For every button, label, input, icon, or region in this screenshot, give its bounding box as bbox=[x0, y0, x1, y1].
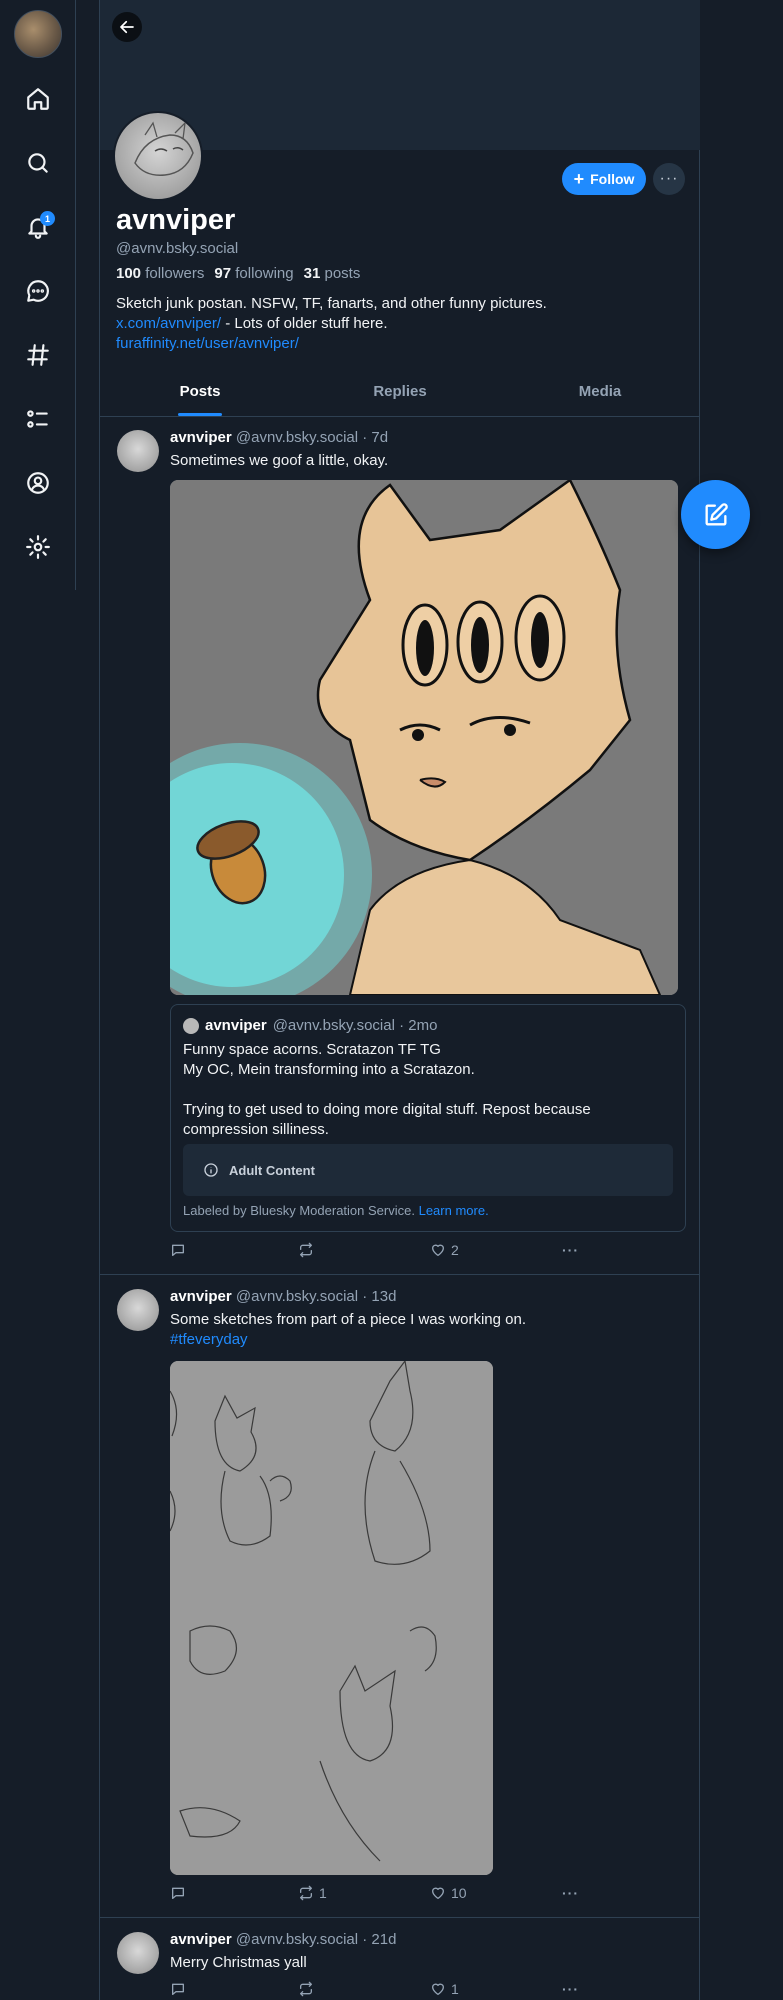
notifications-button[interactable]: 1 bbox=[18, 207, 58, 247]
following-stat[interactable]: 97 following bbox=[214, 265, 293, 282]
repost-icon bbox=[300, 1242, 312, 1258]
profile-avatar[interactable] bbox=[113, 111, 203, 201]
profile-button[interactable] bbox=[18, 463, 58, 503]
quote-header: avnviper @avnv.bsky.social · 2mo bbox=[183, 1017, 437, 1034]
post-header: avnviper @avnv.bsky.social · 13d bbox=[170, 1288, 397, 1305]
quote-text: Funny space acorns. Scratazon TF TG My O… bbox=[183, 1041, 591, 1138]
tab-replies[interactable]: Replies bbox=[300, 374, 500, 416]
ellipsis-icon: ··· bbox=[659, 170, 679, 187]
tab-posts[interactable]: Posts bbox=[100, 374, 300, 416]
arrow-left-icon bbox=[120, 20, 134, 34]
repost-icon bbox=[300, 1981, 312, 1997]
quote-avatar bbox=[183, 1017, 199, 1034]
user-avatar[interactable] bbox=[14, 10, 62, 58]
sketch-avatar-image bbox=[134, 121, 194, 176]
compose-button[interactable] bbox=[681, 480, 750, 549]
reply-icon bbox=[172, 1887, 184, 1899]
settings-icon bbox=[26, 535, 50, 559]
like-button[interactable]: 2 bbox=[430, 1242, 459, 1258]
hashtag-link[interactable]: #tfeveryday bbox=[170, 1330, 526, 1350]
list-icon bbox=[27, 410, 48, 428]
follow-button[interactable]: + Follow bbox=[562, 163, 646, 195]
ellipsis-icon: ··· bbox=[562, 1885, 579, 1901]
heart-icon bbox=[432, 1983, 444, 1995]
repost-button[interactable]: 1 bbox=[298, 1885, 327, 1901]
bio-line-1: Sketch junk postan. NSFW, TF, fanarts, a… bbox=[116, 295, 547, 312]
ellipsis-icon: ··· bbox=[562, 1242, 579, 1258]
more-options-button[interactable]: ··· bbox=[653, 163, 685, 195]
post-header: avnviper @avnv.bsky.social · 7d bbox=[170, 429, 389, 446]
posts-stat: 31 posts bbox=[303, 265, 361, 282]
search-button[interactable] bbox=[18, 143, 58, 183]
post-avatar[interactable] bbox=[117, 1289, 159, 1331]
notifications-badge: 1 bbox=[40, 211, 55, 226]
post[interactable]: avnviper @avnv.bsky.social · 7d Sometime… bbox=[100, 417, 700, 1275]
bio-line-2: - Lots of older stuff here. bbox=[221, 315, 388, 332]
like-button[interactable]: 1 bbox=[430, 1981, 459, 1997]
post[interactable]: avnviper @avnv.bsky.social · 13d Some sk… bbox=[100, 1275, 700, 1918]
post-more-button[interactable]: ··· bbox=[562, 1885, 579, 1901]
cat-drawing-image bbox=[170, 480, 678, 995]
plus-icon: + bbox=[573, 169, 585, 189]
main-column: + Follow ··· avnviper @avnv.bsky.social … bbox=[99, 0, 700, 2000]
post-text: Merry Christmas yall bbox=[170, 1954, 307, 1971]
chat-icon bbox=[27, 280, 49, 302]
heart-icon bbox=[432, 1887, 444, 1899]
repost-icon bbox=[300, 1885, 312, 1901]
bio: Sketch junk postan. NSFW, TF, fanarts, a… bbox=[116, 294, 676, 354]
post-text: Some sketches from part of a piece I was… bbox=[170, 1311, 526, 1350]
heart-icon bbox=[432, 1244, 444, 1256]
search-icon bbox=[28, 153, 48, 173]
repost-button[interactable] bbox=[298, 1981, 319, 1997]
ellipsis-icon: ··· bbox=[562, 1981, 579, 1997]
compose-icon bbox=[705, 502, 728, 525]
home-icon bbox=[27, 88, 49, 110]
post-avatar[interactable] bbox=[117, 430, 159, 472]
post-header: avnviper @avnv.bsky.social · 21d bbox=[170, 1931, 397, 1948]
profile-tabs: Posts Replies Media bbox=[100, 374, 700, 417]
handle: @avnv.bsky.social bbox=[116, 240, 239, 257]
back-button[interactable] bbox=[112, 12, 142, 42]
content-warning[interactable]: Adult Content bbox=[183, 1144, 673, 1196]
moderation-label: Labeled by Bluesky Moderation Service. L… bbox=[183, 1203, 489, 1218]
reply-button[interactable] bbox=[170, 1885, 186, 1901]
post-actions: 1 10 ··· bbox=[170, 1885, 590, 1905]
post-image[interactable] bbox=[170, 480, 678, 995]
post-actions: 2 ··· bbox=[170, 1242, 590, 1262]
post-avatar[interactable] bbox=[117, 1932, 159, 1974]
hashtag-icon bbox=[27, 344, 49, 366]
post-text: Sometimes we goof a little, okay. bbox=[170, 452, 389, 469]
bio-link-x[interactable]: x.com/avnviper/ bbox=[116, 315, 221, 332]
post[interactable]: avnviper @avnv.bsky.social · 21d Merry C… bbox=[100, 1918, 700, 2000]
settings-button[interactable] bbox=[18, 527, 58, 567]
post-actions: 1 ··· bbox=[170, 1981, 590, 2000]
quoted-post[interactable]: avnviper @avnv.bsky.social · 2mo Funny sp… bbox=[170, 1004, 686, 1232]
post-more-button[interactable]: ··· bbox=[562, 1242, 579, 1258]
reply-button[interactable] bbox=[170, 1981, 186, 1997]
reply-button[interactable] bbox=[170, 1242, 186, 1258]
learn-more-link[interactable]: Learn more. bbox=[419, 1203, 489, 1218]
reply-icon bbox=[172, 1983, 184, 1995]
tab-media[interactable]: Media bbox=[500, 374, 700, 416]
display-name: avnviper bbox=[116, 204, 236, 236]
chat-button[interactable] bbox=[18, 271, 58, 311]
like-button[interactable]: 10 bbox=[430, 1885, 467, 1901]
post-image[interactable] bbox=[170, 1361, 493, 1875]
profile-stats: 100 followers 97 following 31 posts bbox=[116, 265, 360, 282]
profile-icon bbox=[27, 472, 49, 494]
sketches-image bbox=[170, 1361, 493, 1875]
active-tab-indicator bbox=[178, 413, 222, 416]
bio-link-furaffinity[interactable]: furaffinity.net/user/avnviper/ bbox=[116, 335, 299, 352]
reply-icon bbox=[172, 1244, 184, 1256]
post-more-button[interactable]: ··· bbox=[562, 1981, 579, 1997]
info-icon bbox=[204, 1163, 218, 1177]
lists-button[interactable] bbox=[18, 399, 58, 439]
feeds-button[interactable] bbox=[18, 335, 58, 375]
followers-stat[interactable]: 100 followers bbox=[116, 265, 204, 282]
home-button[interactable] bbox=[18, 79, 58, 119]
repost-button[interactable] bbox=[298, 1242, 319, 1258]
nav-rail: 1 bbox=[0, 0, 76, 590]
